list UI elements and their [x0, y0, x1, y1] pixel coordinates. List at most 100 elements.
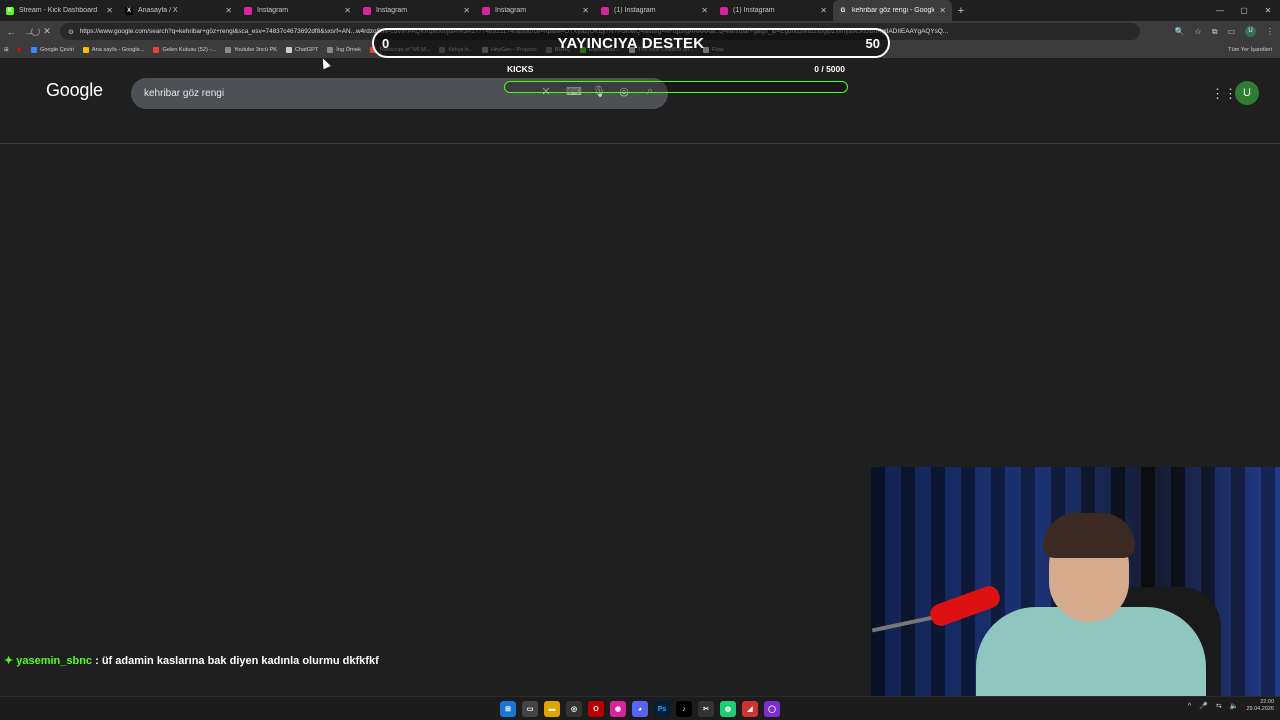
tab-title: Instagram [376, 7, 408, 14]
bookmark-star-icon[interactable]: ☆ [1195, 27, 1202, 36]
tab-0[interactable]: K Stream - Kick Dashboard ✕ [0, 0, 119, 21]
volume-icon[interactable]: 🔈 [1230, 702, 1239, 710]
instagram-icon [601, 6, 609, 15]
tab-7[interactable]: Gkehribar göz rengi - Google'da... ✕ [833, 0, 952, 21]
bookmark-item[interactable]: Google Çeviri [31, 47, 74, 53]
profile-avatar[interactable]: U [1245, 26, 1256, 37]
site-info-icon[interactable]: ⚙ [68, 28, 74, 36]
bookmark-favicon-icon [285, 47, 292, 53]
zoom-icon[interactable]: 🔍 [1175, 27, 1185, 36]
bookmark-label: İng Örnek [336, 47, 361, 53]
close-tab-icon[interactable]: ✕ [820, 6, 827, 15]
windows-taskbar: ⊞ ▭ ▬ ◎ O ◉ ◕ Ps ♪ ✂ ◍ ◢ ◯ ^ 🎤 ⇆ 🔈 22:00… [0, 696, 1280, 720]
tab-strip: K Stream - Kick Dashboard ✕ X Anasayfa / X ✕ I… [0, 0, 1280, 21]
tab-list: K Stream - Kick Dashboard ✕ X Anasayfa / X ✕ I… [0, 0, 952, 21]
app-red-icon[interactable]: ◢ [742, 701, 758, 717]
back-icon[interactable]: ← [4, 27, 18, 37]
loading-spinner-icon [31, 27, 40, 36]
apps-grid-icon[interactable]: ⊞ [4, 47, 9, 53]
file-explorer-icon[interactable]: ▬ [544, 701, 560, 717]
split-icon[interactable]: ▭ [1227, 27, 1235, 36]
instagram-icon [482, 6, 490, 15]
discord-icon[interactable]: ◕ [632, 701, 648, 717]
search-input[interactable] [144, 88, 484, 99]
close-tab-icon[interactable]: ✕ [106, 6, 113, 15]
x-icon: X [125, 6, 133, 15]
photoshop-icon[interactable]: Ps [654, 701, 670, 717]
kicks-count: 0 / 5000 [814, 64, 845, 74]
close-tab-icon[interactable]: ✕ [344, 6, 351, 15]
bookmark-item[interactable]: Ana sayfa - Google... [82, 47, 145, 53]
youtube-bookmark-icon[interactable]: ▶ [18, 47, 22, 53]
tab-title: (1) Instagram [733, 7, 775, 14]
minimize-icon[interactable]: — [1208, 0, 1232, 21]
bookmark-label: Google Çeviri [40, 47, 74, 53]
start-icon[interactable]: ⊞ [500, 701, 516, 717]
tab-5[interactable]: (1) Instagram ✕ [595, 0, 714, 21]
google-account-avatar[interactable]: U [1235, 81, 1259, 105]
capcut-icon[interactable]: ✂ [698, 701, 714, 717]
tab-title: Instagram [257, 7, 289, 14]
mic-tray-icon[interactable]: 🎤 [1199, 702, 1208, 710]
bookmark-label: Gelen Kutusu (52) -... [162, 47, 216, 53]
toolbar-actions: 🔍 ☆ ⧉ ▭ U ⋮ [1175, 21, 1274, 42]
steam-icon[interactable]: ◎ [566, 701, 582, 717]
instagram-icon [244, 6, 252, 15]
header-divider [0, 143, 1280, 144]
instagram-taskbar-icon[interactable]: ◉ [610, 701, 626, 717]
tab-title: (1) Instagram [614, 7, 656, 14]
google-icon: G [839, 6, 847, 15]
instagram-icon [363, 6, 371, 15]
kick-icon: K [6, 6, 14, 15]
chat-badge-icon: ✦ [4, 655, 14, 667]
bookmark-item[interactable]: İng Örnek [327, 47, 361, 53]
tab-title: Instagram [495, 7, 527, 14]
tray-chevron-icon[interactable]: ^ [1188, 703, 1191, 710]
clock[interactable]: 22:00 29.04.2026 [1246, 699, 1274, 713]
tab-3[interactable]: Instagram ✕ [357, 0, 476, 21]
taskbar-apps: ⊞ ▭ ▬ ◎ O ◉ ◕ Ps ♪ ✂ ◍ ◢ ◯ [500, 701, 780, 717]
close-tab-icon[interactable]: ✕ [582, 6, 589, 15]
close-window-icon[interactable]: ✕ [1256, 0, 1280, 21]
tab-2[interactable]: Instagram ✕ [238, 0, 357, 21]
kicks-label: KICKS [507, 64, 534, 74]
close-tab-icon[interactable]: ✕ [701, 6, 708, 15]
tab-1[interactable]: X Anasayfa / X ✕ [119, 0, 238, 21]
maximize-icon[interactable]: ▢ [1232, 0, 1256, 21]
stop-icon[interactable]: ✕ [40, 26, 54, 37]
webcam-feed [871, 467, 1280, 696]
donation-title: YAYINCIYA DESTEK [557, 34, 705, 52]
donation-goal-banner: 0 YAYINCIYA DESTEK 50 [372, 28, 890, 58]
tiktok-icon[interactable]: ♪ [676, 701, 692, 717]
extensions-icon[interactable]: ⧉ [1212, 27, 1218, 37]
kicks-progress-bar [504, 81, 848, 93]
tab-6[interactable]: (1) Instagram ✕ [714, 0, 833, 21]
close-tab-icon[interactable]: ✕ [463, 6, 470, 15]
all-bookmarks-button[interactable]: Tüm Yer İşaretleri [1228, 42, 1272, 58]
tab-4[interactable]: Instagram ✕ [476, 0, 595, 21]
network-icon[interactable]: ⇆ [1216, 702, 1222, 710]
tab-title: kehribar göz rengi - Google'da... [852, 7, 934, 14]
bookmark-favicon-icon [82, 47, 89, 53]
menu-icon[interactable]: ⋮ [1266, 27, 1274, 36]
chat-text: : üf adamin kaslarına bak diyen kadınla … [92, 655, 379, 667]
close-tab-icon[interactable]: ✕ [939, 6, 946, 15]
bookmark-label: Youtube 3ncü PK [233, 47, 277, 53]
bookmark-item[interactable]: Gelen Kutusu (52) -... [153, 47, 216, 53]
clock-time: 22:00 [1260, 699, 1274, 705]
task-view-icon[interactable]: ▭ [522, 701, 538, 717]
opera-icon[interactable]: O [588, 701, 604, 717]
bookmark-favicon-icon [224, 47, 231, 53]
google-logo[interactable]: Google [46, 80, 103, 101]
tab-title: Anasayfa / X [138, 7, 178, 14]
new-tab-button[interactable]: + [952, 5, 970, 17]
chat-username: yasemin_sbnc [16, 655, 93, 667]
bookmark-item[interactable]: ChatGPT [285, 47, 318, 53]
window-controls: — ▢ ✕ [1208, 0, 1280, 21]
chrome-icon[interactable]: ◍ [720, 701, 736, 717]
chat-message: ✦ yasemin_sbnc : üf adamin kaslarına bak … [4, 654, 379, 667]
close-tab-icon[interactable]: ✕ [225, 6, 232, 15]
bookmark-label: Ana sayfa - Google... [91, 47, 145, 53]
obs-icon[interactable]: ◯ [764, 701, 780, 717]
bookmark-item[interactable]: Youtube 3ncü PK [224, 47, 277, 53]
